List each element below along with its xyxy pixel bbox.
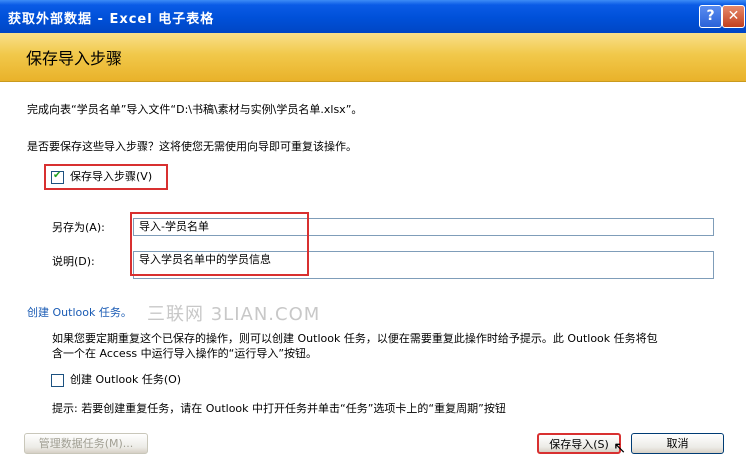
outlook-info-line1: 如果您要定期重复这个已保存的操作，则可以创建 Outlook 任务，以便在需要重… — [52, 332, 658, 345]
close-icon: ✕ — [727, 8, 740, 24]
outlook-checkbox-label: 创建 Outlook 任务(O) — [70, 373, 182, 386]
page-title: 保存导入步骤 — [26, 49, 123, 68]
close-button[interactable]: ✕ — [722, 5, 745, 28]
window-title: 获取外部数据 - Excel 电子表格 — [8, 12, 215, 27]
cancel-button[interactable]: 取消 — [631, 433, 724, 454]
save-steps-checkbox[interactable]: 保存导入步骤(V) — [51, 168, 152, 184]
checkbox-checked-icon — [51, 170, 64, 184]
prompt-text: 是否要保存这些导入步骤？这将使您无需使用向导即可重复该操作。 — [27, 140, 357, 153]
save-as-label: 另存为(A): — [52, 221, 105, 234]
outlook-task-checkbox[interactable]: 创建 Outlook 任务(O) — [51, 371, 181, 387]
manage-data-tasks-button[interactable]: 管理数据任务(M)... — [24, 433, 148, 454]
outlook-info-line2: 含一个在 Access 中运行导入操作的“运行导入”按钮。 — [52, 347, 318, 360]
help-icon: ? — [706, 8, 715, 24]
outlook-task-heading: 创建 Outlook 任务。 — [27, 306, 132, 319]
help-button[interactable]: ? — [699, 5, 722, 28]
watermark: 三联网 3LIAN.COM — [147, 304, 321, 325]
mouse-cursor-icon: ↖ — [613, 438, 627, 457]
title-bar: 获取外部数据 - Excel 电子表格 ? ✕ — [0, 0, 746, 33]
hint-text: 提示: 若要创建重复任务，请在 Outlook 中打开任务并单击“任务”选项卡上… — [52, 402, 506, 415]
highlight-fields — [130, 212, 309, 276]
description-label: 说明(D): — [52, 255, 95, 268]
header-banner: 保存导入步骤 — [0, 33, 746, 82]
completion-text: 完成向表“学员名单”导入文件“D:\书稿\素材与实例\学员名单.xlsx”。 — [27, 103, 363, 116]
checkbox-unchecked-icon — [51, 373, 64, 387]
save-import-button[interactable]: 保存导入(S) — [537, 433, 621, 454]
save-steps-label: 保存导入步骤(V) — [70, 170, 153, 183]
